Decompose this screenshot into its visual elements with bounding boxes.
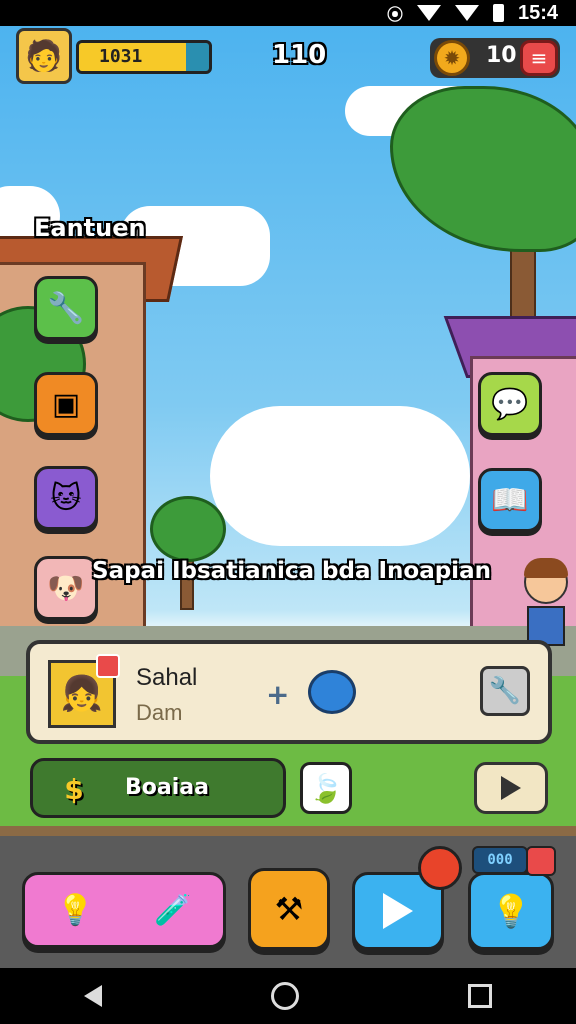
wifi-icon — [454, 5, 479, 21]
gem-icon[interactable] — [308, 670, 356, 714]
quest-bar[interactable]: $ Boaiaa — [30, 758, 286, 818]
tool-icon: 🔧 — [488, 676, 522, 706]
status-bar: ⦿ 15:4 — [0, 0, 576, 26]
dock-badge: 000 — [472, 846, 528, 874]
book-icon: 📖 — [491, 482, 529, 518]
potion-icon: 🧪 — [154, 892, 192, 928]
chat-button[interactable]: 💬 — [478, 372, 542, 436]
leaf-icon: 🍃 — [308, 771, 344, 805]
tree — [150, 496, 226, 562]
home-icon[interactable] — [270, 982, 299, 1010]
hint-button[interactable]: 💡 — [468, 872, 554, 950]
dog-button[interactable]: 🐶 — [34, 556, 98, 620]
scene-banner: Sapai Ibsatianica bda Inoapian — [92, 558, 491, 584]
system-nav-bar — [0, 968, 576, 1024]
wrench-icon: 🔧 — [47, 290, 85, 326]
notification-badge — [96, 654, 120, 678]
status-time: 15:4 — [517, 1, 558, 24]
play-icon — [383, 893, 413, 929]
play-icon — [501, 776, 521, 800]
menu-button[interactable]: ≡ — [520, 40, 558, 76]
tool-button[interactable]: 🔧 — [480, 666, 530, 716]
battery-icon — [492, 4, 504, 22]
xp-text: 1031 — [99, 46, 143, 67]
alert-icon[interactable] — [418, 846, 462, 890]
tools-icon: ⚒ — [274, 890, 304, 928]
frame-icon: ▣ — [51, 386, 81, 422]
cloud — [210, 406, 470, 546]
character-name: Sahal — [136, 664, 198, 691]
xp-bar: 1031 — [76, 40, 212, 74]
signal-icon: ⦿ — [386, 7, 403, 24]
bulb-icon: 💡 — [56, 892, 94, 928]
menu-icon: ≡ — [530, 46, 548, 70]
character-panel[interactable]: 👧 Sahal Dam + 🔧 — [26, 640, 552, 744]
coin-display: ✹ 10 ≡ — [430, 38, 560, 78]
palm-leaves — [390, 86, 576, 252]
back-icon[interactable] — [84, 985, 103, 1007]
lightbulb-icon: 💡 — [491, 892, 531, 930]
next-button[interactable] — [474, 762, 548, 814]
quest-label: Boaiaa — [125, 775, 209, 800]
npc-character[interactable] — [522, 558, 570, 646]
arrow-tag-icon[interactable] — [526, 846, 556, 876]
frame-button[interactable]: ▣ — [34, 372, 98, 436]
coin-count: 10 — [486, 43, 517, 68]
recents-icon[interactable] — [467, 984, 492, 1008]
leaf-slot[interactable]: 🍃 — [300, 762, 352, 814]
book-button[interactable]: 📖 — [478, 468, 542, 532]
money-icon: $ — [64, 772, 84, 806]
center-counter: 110 — [272, 40, 327, 70]
wifi-icon — [416, 5, 441, 21]
gear-icon[interactable]: ✹ — [434, 40, 470, 76]
player-avatar[interactable]: 🧑 — [16, 28, 72, 84]
top-hud: 🧑 1031 110 ✹ 10 ≡ — [16, 26, 560, 92]
cat-button[interactable]: 🐱 — [34, 466, 98, 530]
cat-icon: 🐱 — [50, 480, 82, 516]
tools-button[interactable]: ⚒ — [248, 868, 330, 950]
inventory-button[interactable]: 💡 🧪 — [22, 872, 226, 948]
location-title: Eantuen — [34, 214, 146, 242]
wrench-button[interactable]: 🔧 — [34, 276, 98, 340]
dog-icon: 🐶 — [47, 570, 85, 606]
plus-icon[interactable]: + — [266, 678, 289, 711]
character-subtitle: Dam — [136, 700, 183, 725]
chat-icon: 💬 — [491, 386, 529, 422]
